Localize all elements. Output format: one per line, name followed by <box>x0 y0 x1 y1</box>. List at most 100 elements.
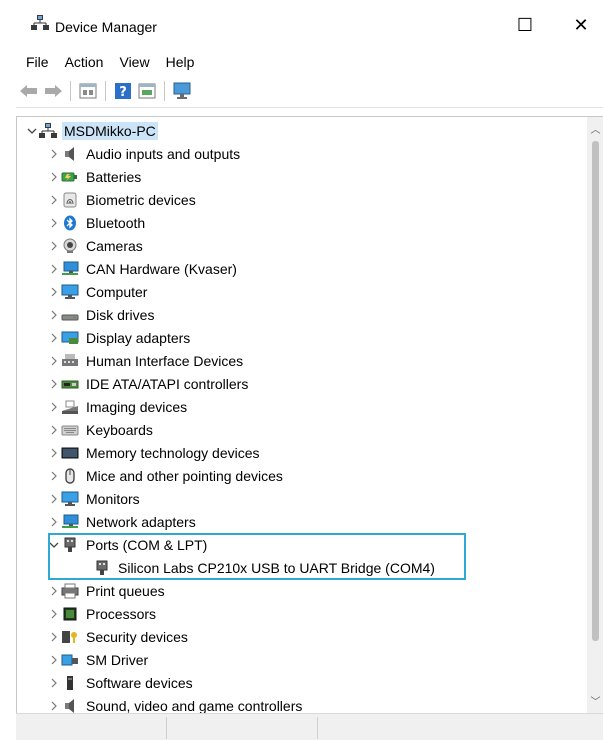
mouse-icon <box>61 467 79 485</box>
tree-category[interactable]: Disk drives <box>47 303 156 326</box>
forward-arrow-icon[interactable] <box>41 79 65 103</box>
tree-category[interactable]: Human Interface Devices <box>47 349 245 372</box>
tree-item-label: Mice and other pointing devices <box>86 467 283 484</box>
printer-icon <box>61 582 79 600</box>
tree-item-label: Software devices <box>86 674 193 691</box>
view-icon[interactable] <box>135 79 159 103</box>
close-button[interactable]: ✕ <box>559 8 603 42</box>
computer-tree-icon <box>31 15 49 31</box>
chevron-right-icon[interactable] <box>47 372 61 395</box>
tree-item-label: Imaging devices <box>86 398 188 415</box>
tree-root[interactable]: MSDMikko-PC <box>25 119 158 142</box>
tree-category[interactable]: Monitors <box>47 487 142 510</box>
disk-drive-icon <box>61 306 79 324</box>
tree-category[interactable]: Memory technology devices <box>47 441 262 464</box>
software-device-icon <box>61 674 79 692</box>
chevron-right-icon[interactable] <box>47 165 61 188</box>
chevron-right-icon[interactable] <box>47 671 61 694</box>
menu-file[interactable]: File <box>18 50 57 74</box>
title-bar[interactable]: Device Manager ☐ ✕ <box>0 0 603 40</box>
tree-category[interactable]: CAN Hardware (Kvaser) <box>47 257 239 280</box>
chevron-right-icon[interactable] <box>47 395 61 418</box>
chevron-right-icon[interactable] <box>47 234 61 257</box>
battery-icon <box>61 168 79 186</box>
tree-item-label: MSDMikko-PC <box>62 121 158 140</box>
tree-category[interactable]: Network adapters <box>47 510 198 533</box>
chevron-right-icon[interactable] <box>47 694 61 713</box>
tree-category[interactable]: Mice and other pointing devices <box>47 464 285 487</box>
device-tree-panel[interactable]: MSDMikko-PC Audio inputs and outputs Batte… <box>16 116 603 714</box>
scrollbar-thumb[interactable] <box>592 141 599 641</box>
tree-category[interactable]: Security devices <box>47 625 190 648</box>
status-bar <box>16 713 603 740</box>
chevron-right-icon[interactable] <box>47 257 61 280</box>
menu-action[interactable]: Action <box>57 50 112 74</box>
tree-category[interactable]: Processors <box>47 602 158 625</box>
chevron-right-icon[interactable] <box>47 579 61 602</box>
tree-item-label: Batteries <box>86 168 142 185</box>
tree-category[interactable]: Batteries <box>47 165 143 188</box>
tree-category[interactable]: Cameras <box>47 234 145 257</box>
tree-category[interactable]: Audio inputs and outputs <box>47 142 242 165</box>
tree-category[interactable]: IDE ATA/ATAPI controllers <box>47 372 250 395</box>
scroll-down-arrow-icon[interactable]: ﹀ <box>587 693 603 708</box>
status-cell <box>167 717 318 739</box>
tree-category[interactable]: Biometric devices <box>47 188 198 211</box>
scroll-up-arrow-icon[interactable]: ︿ <box>587 121 603 136</box>
back-arrow-icon[interactable] <box>17 79 41 103</box>
fingerprint-icon <box>61 191 79 209</box>
menu-bar: File Action View Help <box>18 50 202 74</box>
tree-category[interactable]: Bluetooth <box>47 211 147 234</box>
chevron-right-icon[interactable] <box>47 625 61 648</box>
chevron-right-icon[interactable] <box>47 280 61 303</box>
hid-icon <box>61 352 79 370</box>
menu-view[interactable]: View <box>111 50 157 74</box>
chevron-right-icon[interactable] <box>47 349 61 372</box>
memory-card-icon <box>61 444 79 462</box>
toolbar-separator <box>105 81 106 101</box>
chevron-right-icon[interactable] <box>47 211 61 234</box>
chevron-right-icon[interactable] <box>47 648 61 671</box>
computer-tree-icon <box>39 122 57 140</box>
tree-item-label: Audio inputs and outputs <box>86 145 241 162</box>
vertical-scrollbar[interactable]: ︿ ﹀ <box>587 117 603 713</box>
tree-category[interactable]: Imaging devices <box>47 395 189 418</box>
tree-category[interactable]: Computer <box>47 280 149 303</box>
device-manager-window: Device Manager ☐ ✕ File Action View Help… <box>0 0 603 740</box>
monitor-icon <box>61 490 79 508</box>
chevron-right-icon[interactable] <box>47 418 61 441</box>
chevron-right-icon[interactable] <box>47 303 61 326</box>
menu-help[interactable]: Help <box>158 50 203 74</box>
tree-category[interactable]: Sound, video and game controllers <box>47 694 304 713</box>
chevron-down-icon[interactable] <box>25 119 39 142</box>
camera-icon <box>61 237 79 255</box>
tree-category[interactable]: SM Driver <box>47 648 150 671</box>
chevron-right-icon[interactable] <box>47 464 61 487</box>
tree-category[interactable]: Software devices <box>47 671 195 694</box>
tree-item-label: Processors <box>86 605 157 622</box>
tree-item-label: IDE ATA/ATAPI controllers <box>86 375 249 392</box>
maximize-button[interactable]: ☐ <box>503 8 547 42</box>
tree-category[interactable]: Display adapters <box>47 326 192 349</box>
tree-item-label: Computer <box>86 283 148 300</box>
chevron-right-icon[interactable] <box>47 602 61 625</box>
sm-driver-icon <box>61 651 79 669</box>
status-cell <box>16 717 167 739</box>
chevron-right-icon[interactable] <box>47 326 61 349</box>
properties-icon[interactable] <box>76 79 100 103</box>
tree-item-label: Memory technology devices <box>86 444 260 461</box>
scan-monitor-icon[interactable] <box>170 79 194 103</box>
tree-category[interactable]: Print queues <box>47 579 167 602</box>
scanner-icon <box>61 398 79 416</box>
tree-item-label: Cameras <box>86 237 143 254</box>
help-icon[interactable]: ? <box>111 79 135 103</box>
tree-item-label: Print queues <box>86 582 165 599</box>
chevron-right-icon[interactable] <box>47 188 61 211</box>
chevron-right-icon[interactable] <box>47 441 61 464</box>
chevron-right-icon[interactable] <box>47 510 61 533</box>
chevron-right-icon[interactable] <box>47 142 61 165</box>
display-adapter-icon <box>61 329 79 347</box>
tree-category[interactable]: Keyboards <box>47 418 155 441</box>
chevron-right-icon[interactable] <box>47 487 61 510</box>
tree-item-label: Keyboards <box>86 421 153 438</box>
